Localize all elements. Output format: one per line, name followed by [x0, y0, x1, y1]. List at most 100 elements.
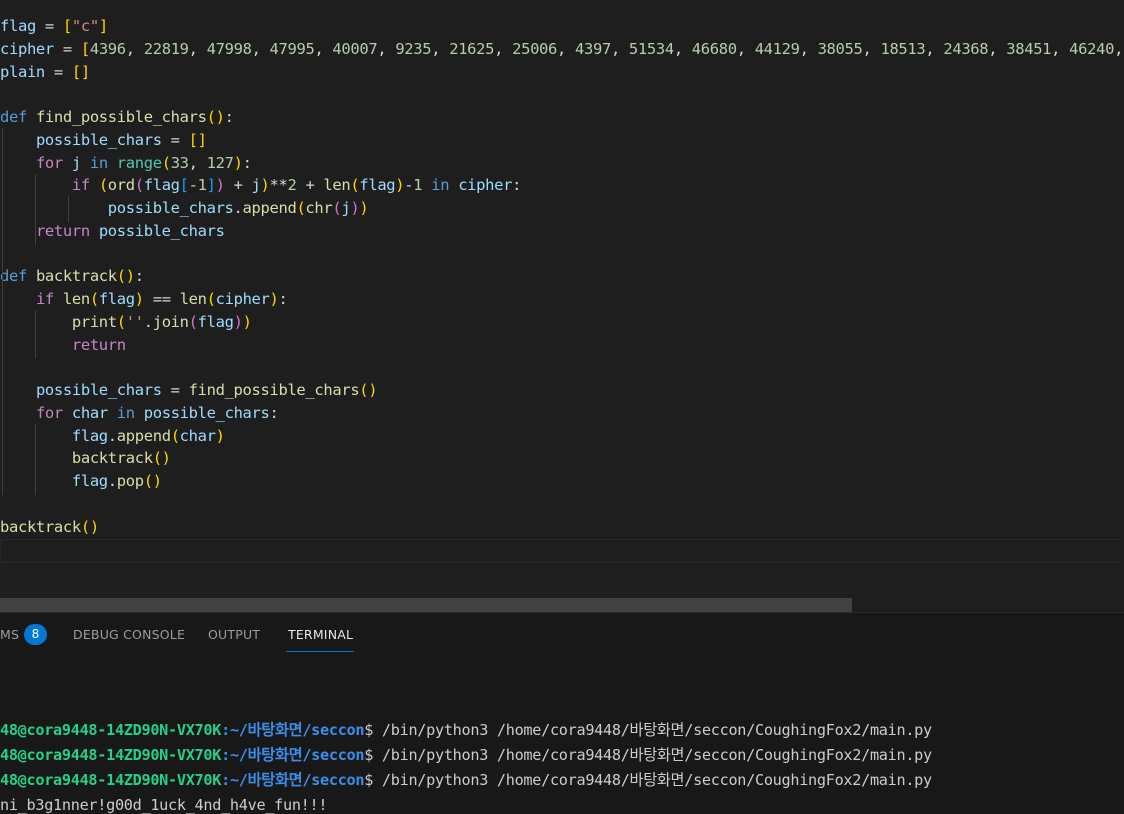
code-token: flag — [197, 312, 234, 331]
code-token: ) — [395, 176, 405, 195]
code-token: () — [152, 449, 171, 468]
code-token: 18513 — [880, 39, 926, 58]
code-token: = — [161, 130, 189, 149]
code-token: : — [512, 176, 522, 195]
horizontal-scrollbar-thumb[interactable] — [0, 598, 852, 612]
code-token: , — [925, 39, 944, 58]
code-token: () — [143, 472, 162, 490]
prompt-user: 48@cora9448-14ZD90N-VX70K — [0, 721, 222, 739]
code-token: in — [422, 176, 459, 195]
indent-guide — [2, 287, 3, 495]
code-token: range — [116, 153, 162, 172]
code-token: ( — [161, 153, 171, 172]
prompt-path: ~/바탕화면/seccon — [229, 721, 365, 739]
code-token: [] — [71, 62, 90, 81]
code-line: possible_chars.append(chr(j)) — [0, 197, 369, 220]
code-token: , — [736, 39, 755, 58]
code-token: in — [107, 403, 144, 422]
code-token: 47998 — [206, 39, 252, 58]
code-token: 47995 — [269, 39, 315, 58]
code-token: possible_chars — [35, 381, 162, 399]
indent-guide — [35, 424, 36, 495]
code-token: . — [107, 426, 117, 445]
code-token: [] — [188, 130, 207, 149]
code-token: ( — [332, 199, 342, 217]
tab-problems[interactable]: MS — [0, 627, 19, 642]
code-token: len — [323, 176, 351, 195]
code-token: () — [80, 517, 99, 536]
code-token: ord — [107, 176, 135, 195]
code-token: [ — [62, 17, 72, 35]
tab-debug-console[interactable]: DEBUG CONSOLE — [73, 627, 185, 642]
code-line: possible_chars = find_possible_chars() — [0, 379, 378, 402]
code-line: flag.append(char) — [0, 425, 225, 448]
code-token: [ — [179, 176, 189, 195]
code-token: , — [1051, 39, 1070, 58]
code-token: j — [341, 199, 351, 217]
code-line: def find_possible_chars(): — [0, 106, 234, 129]
code-token: , — [188, 39, 207, 58]
prompt-separator: : — [221, 746, 230, 764]
code-token: cipher — [0, 39, 54, 58]
code-token: append — [116, 426, 171, 445]
code-token: 25006 — [512, 39, 558, 58]
code-token: for — [35, 153, 72, 172]
current-line-highlight — [0, 539, 1123, 563]
code-token: : — [224, 108, 234, 126]
code-token: == — [143, 290, 180, 308]
code-token: 4397 — [575, 39, 611, 58]
code-line: for j in range(33, 127): — [0, 152, 252, 175]
indent-guide — [68, 196, 69, 222]
code-token: : — [242, 153, 252, 172]
code-token: ] — [98, 17, 108, 35]
problems-count-badge: 8 — [24, 624, 47, 645]
tab-terminal[interactable]: TERMINAL — [288, 627, 353, 642]
code-token: ) — [350, 199, 360, 217]
code-token: () — [206, 108, 225, 126]
code-token: 38451 — [1006, 39, 1052, 58]
code-token: + — [296, 176, 324, 195]
code-token: char — [71, 403, 108, 422]
code-line: plain = [] — [0, 61, 90, 84]
code-token: in — [80, 153, 117, 172]
code-token: , — [188, 153, 207, 172]
code-token: = — [44, 62, 72, 81]
code-token: 9235 — [395, 39, 432, 58]
code-token: , — [862, 39, 881, 58]
code-token: [ — [80, 39, 90, 58]
code-token: flag — [71, 426, 108, 445]
code-token: ) — [269, 290, 279, 308]
code-token: flag — [71, 472, 108, 490]
code-token: ( — [98, 176, 108, 195]
terminal-line: 48@cora9448-14ZD90N-VX70K:~/바탕화면/seccon$… — [0, 718, 932, 743]
code-token: flag — [0, 17, 36, 35]
terminal-line: 48@cora9448-14ZD90N-VX70K:~/바탕화면/seccon$… — [0, 768, 932, 793]
code-line: def backtrack(): — [0, 265, 144, 288]
code-editor[interactable]: flag = ["c"] cipher = [4396, 22819, 47998… — [0, 0, 1124, 612]
code-token: : — [134, 267, 144, 286]
code-token: def — [0, 108, 36, 126]
code-line: flag.pop() — [0, 470, 162, 493]
code-token: . — [107, 472, 117, 490]
code-token: ** — [269, 176, 288, 195]
code-token: chr — [305, 199, 333, 217]
prompt-path: ~/바탕화면/seccon — [229, 771, 365, 789]
code-token: find_possible_chars — [35, 108, 207, 126]
code-token: , — [610, 39, 629, 58]
code-token: ) — [233, 312, 243, 331]
code-token: j — [251, 176, 261, 195]
terminal-line: 48@cora9448-14ZD90N-VX70K:~/바탕화면/seccon$… — [0, 743, 932, 768]
code-token: 1 — [413, 176, 423, 195]
prompt-user: 48@cora9448-14ZD90N-VX70K — [0, 771, 222, 789]
code-token: ) — [242, 312, 252, 331]
code-token: : — [278, 290, 288, 308]
code-token: - — [188, 176, 198, 195]
code-token: ) — [233, 153, 243, 172]
prompt-separator: : — [221, 771, 230, 789]
code-token: , — [557, 39, 575, 58]
code-token: plain — [0, 62, 45, 81]
vscode-window: flag = ["c"] cipher = [4396, 22819, 47998… — [0, 0, 1124, 814]
tab-output[interactable]: OUTPUT — [208, 627, 260, 642]
bottom-panel: MS 8 DEBUG CONSOLE OUTPUT TERMINAL 48@co… — [0, 612, 1124, 814]
